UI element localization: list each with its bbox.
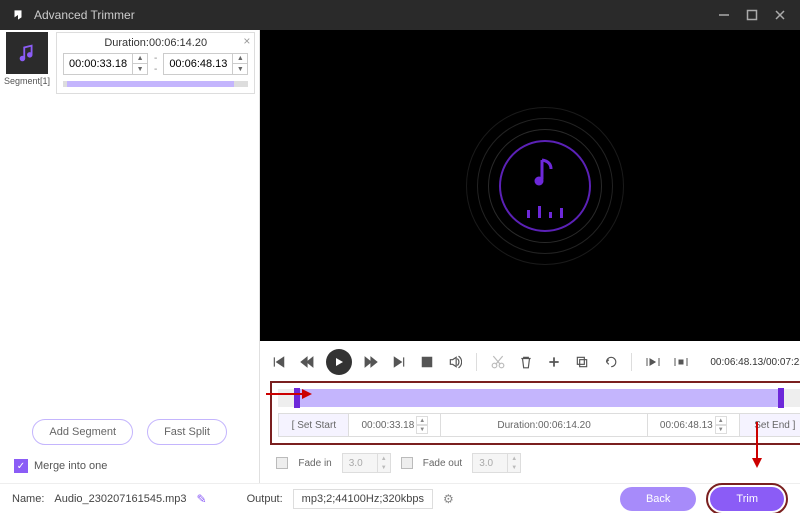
file-name: Audio_230207161545.mp3: [54, 493, 186, 505]
add-icon[interactable]: [545, 353, 563, 371]
fade-in-checkbox[interactable]: [276, 457, 288, 469]
copy-icon[interactable]: [573, 353, 591, 371]
stop-icon[interactable]: [418, 353, 436, 371]
volume-icon[interactable]: [446, 353, 464, 371]
segment-start-input[interactable]: ▲▼: [63, 53, 148, 75]
cut-icon[interactable]: [489, 353, 507, 371]
trim-start-input[interactable]: 00:00:33.18 ▲▼: [349, 414, 441, 436]
set-end-button[interactable]: Set End ]: [740, 414, 800, 436]
rewind-icon[interactable]: [298, 353, 316, 371]
window-title: Advanced Trimmer: [34, 8, 135, 22]
fade-in-label: Fade in: [298, 458, 331, 469]
add-segment-button[interactable]: Add Segment: [32, 419, 133, 445]
segment-progress-bar[interactable]: [63, 81, 248, 87]
trim-button[interactable]: Trim: [710, 487, 784, 511]
segment-close-button[interactable]: ×: [243, 35, 250, 47]
close-button[interactable]: [766, 0, 794, 30]
trim-highlight-area: [ Set Start 00:00:33.18 ▲▼ Duration:00:0…: [270, 381, 800, 445]
fade-out-value[interactable]: 3.0 ▲▼: [472, 453, 521, 473]
titlebar: Advanced Trimmer: [0, 0, 800, 30]
maximize-button[interactable]: [738, 0, 766, 30]
output-settings-icon[interactable]: ⚙: [443, 492, 454, 506]
spin-down-icon[interactable]: ▼: [133, 64, 147, 74]
fade-in-value[interactable]: 3.0 ▲▼: [342, 453, 391, 473]
trim-end-handle[interactable]: [778, 388, 784, 408]
segment-end-input[interactable]: ▲▼: [163, 53, 248, 75]
transport-bar: 00:06:48.13/00:07:22.06: [270, 349, 800, 375]
segment-panel: × Duration:00:06:14.20 ▲▼ -- ▲▼: [56, 32, 255, 94]
left-panel: Segment[1] × Duration:00:06:14.20 ▲▼ -- …: [0, 30, 260, 483]
minimize-button[interactable]: [710, 0, 738, 30]
edit-name-icon[interactable]: ✎: [197, 492, 207, 506]
play-button[interactable]: [326, 349, 352, 375]
bracket-play-icon[interactable]: [644, 353, 662, 371]
fade-out-checkbox[interactable]: [401, 457, 413, 469]
trim-end-input[interactable]: 00:06:48.13 ▲▼: [648, 414, 740, 436]
segment-duration: Duration:00:06:14.20: [63, 37, 248, 49]
trim-track[interactable]: [278, 389, 800, 407]
segment-label: Segment[1]: [4, 76, 50, 86]
preview-area: [260, 30, 800, 341]
bracket-stop-icon[interactable]: [672, 353, 690, 371]
spin-up-icon[interactable]: ▲: [233, 54, 247, 64]
skip-end-icon[interactable]: [390, 353, 408, 371]
audio-visual-icon: [465, 106, 625, 266]
output-format: mp3;2;44100Hz;320kbps: [293, 489, 433, 509]
name-label: Name:: [12, 493, 44, 505]
spin-down-icon[interactable]: ▼: [233, 64, 247, 74]
right-panel: 00:06:48.13/00:07:22.06 [ Set Start 00:0…: [260, 30, 800, 483]
segment-separator: --: [154, 53, 157, 75]
skip-start-icon[interactable]: [270, 353, 288, 371]
time-readout: 00:06:48.13/00:07:22.06: [710, 357, 800, 368]
delete-icon[interactable]: [517, 353, 535, 371]
app-logo-icon: [10, 7, 26, 23]
footer: Name: Audio_230207161545.mp3 ✎ Output: m…: [0, 483, 800, 513]
fade-out-label: Fade out: [423, 458, 462, 469]
set-start-button[interactable]: [ Set Start: [279, 414, 349, 436]
forward-icon[interactable]: [362, 353, 380, 371]
merge-checkbox[interactable]: ✓: [14, 459, 28, 473]
fast-split-button[interactable]: Fast Split: [147, 419, 227, 445]
output-label: Output:: [247, 493, 283, 505]
merge-label: Merge into one: [34, 460, 107, 472]
undo-icon[interactable]: [601, 353, 619, 371]
spin-up-icon[interactable]: ▲: [133, 54, 147, 64]
back-button[interactable]: Back: [620, 487, 696, 511]
trim-duration: Duration:00:06:14.20: [441, 414, 647, 436]
trim-start-handle[interactable]: [294, 388, 300, 408]
segment-thumbnail[interactable]: [6, 32, 48, 74]
